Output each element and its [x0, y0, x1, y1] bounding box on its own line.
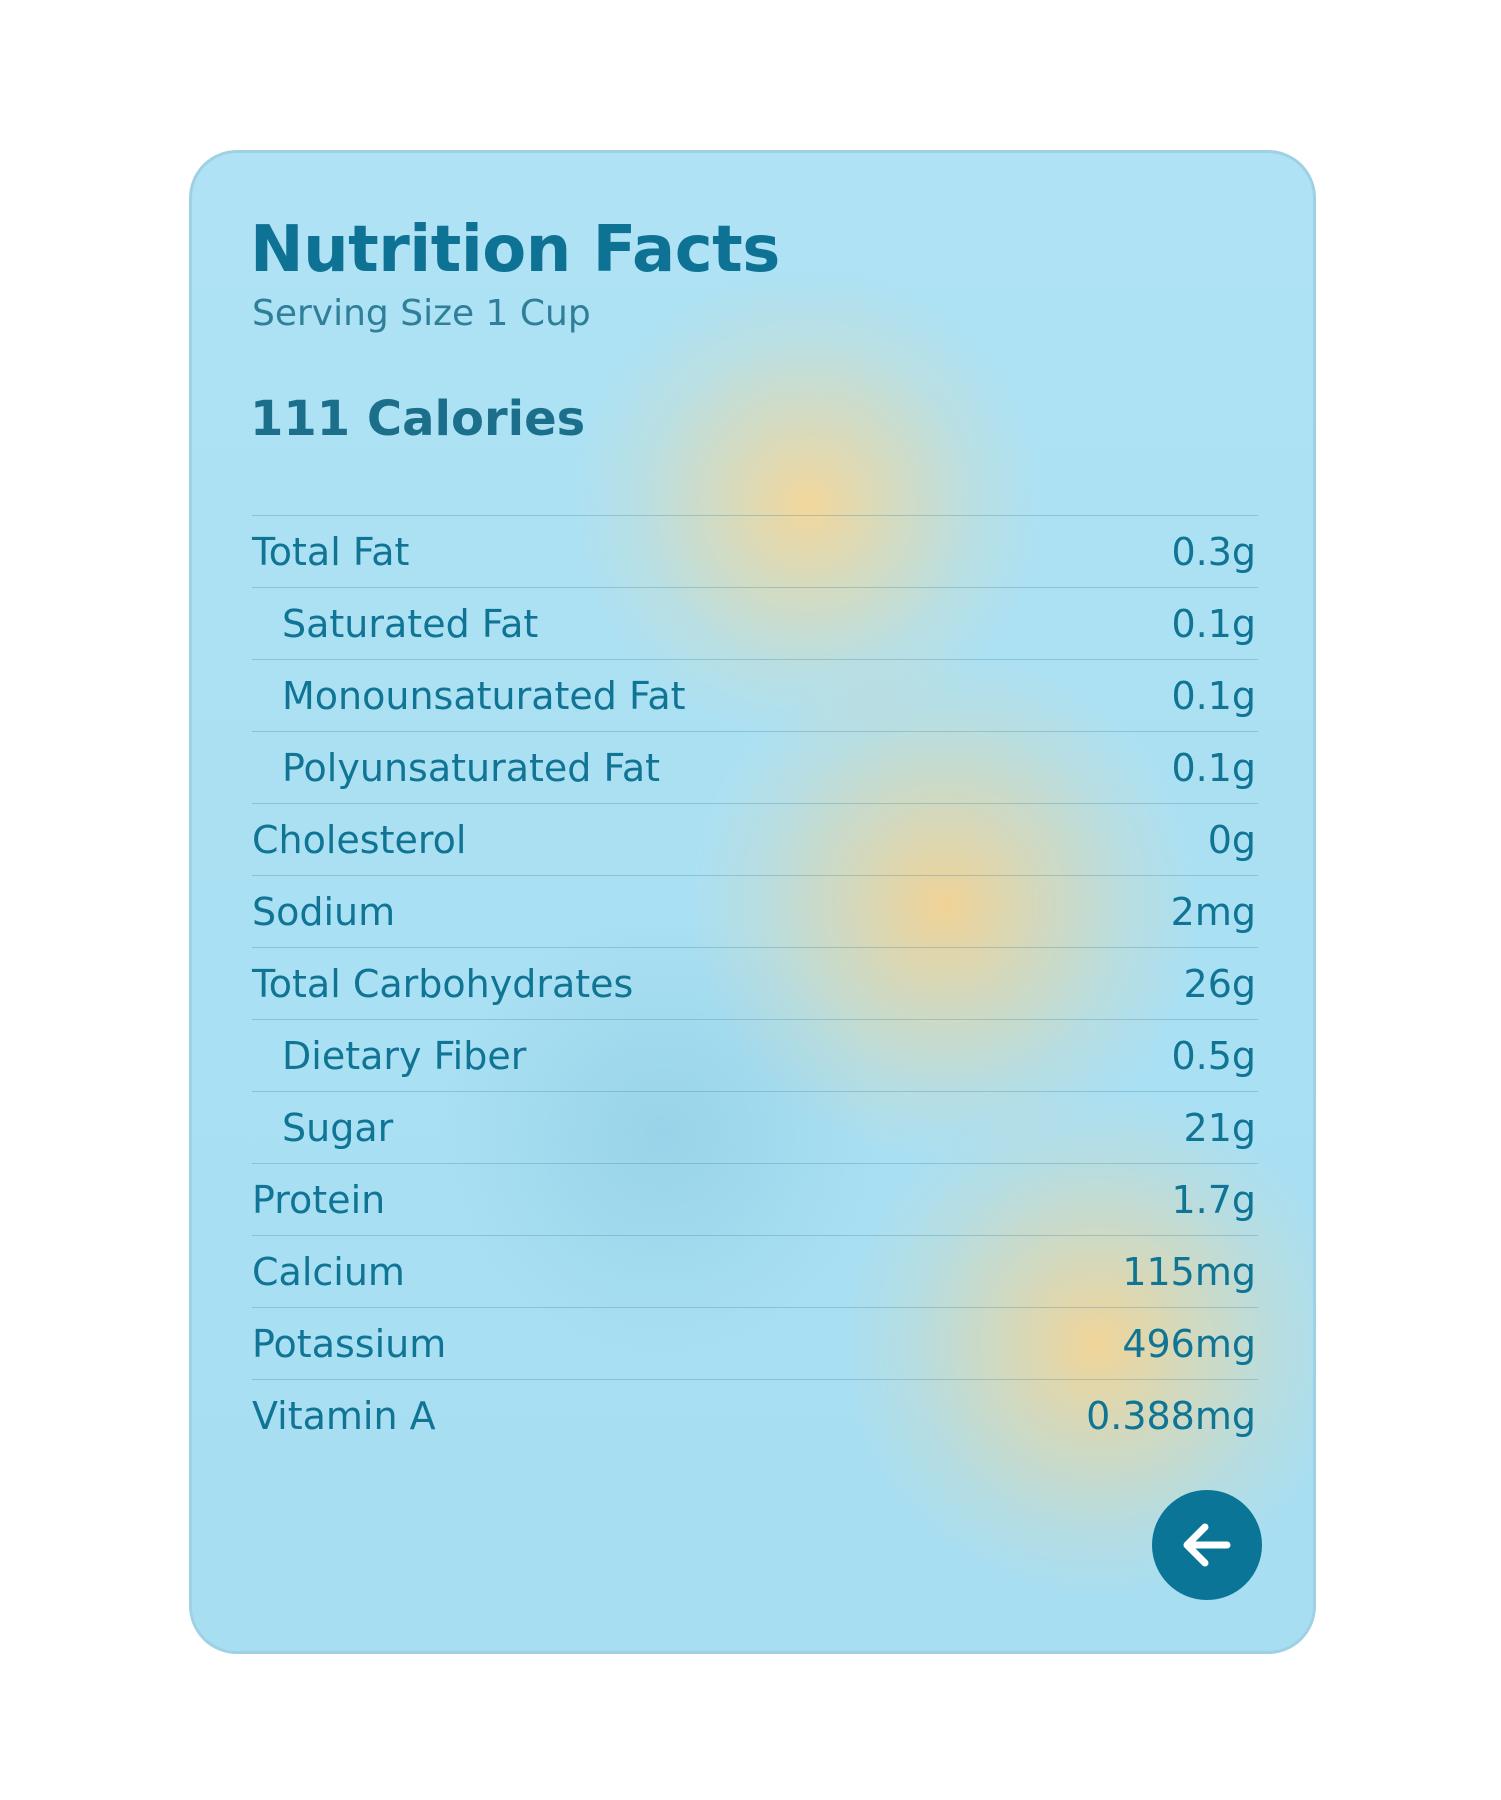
- nutrient-row-sugar: Sugar 21g: [252, 1091, 1258, 1163]
- nutrient-label: Total Fat: [252, 529, 410, 574]
- nutrient-label: Dietary Fiber: [282, 1033, 527, 1078]
- nutrient-label: Sodium: [252, 889, 396, 934]
- nutrient-label: Vitamin A: [252, 1393, 436, 1438]
- nutrient-row-cholesterol: Cholesterol 0g: [252, 803, 1258, 875]
- nutrient-value: 0.1g: [1171, 745, 1256, 790]
- nutrient-row-monounsaturated-fat: Monounsaturated Fat 0.1g: [252, 659, 1258, 731]
- nutrient-label: Potassium: [252, 1321, 447, 1366]
- nutrient-value: 0.388mg: [1086, 1393, 1256, 1438]
- nutrient-label: Cholesterol: [252, 817, 467, 862]
- nutrient-value: 21g: [1183, 1105, 1256, 1150]
- nutrient-row-potassium: Potassium 496mg: [252, 1307, 1258, 1379]
- nutrient-value: 0.5g: [1171, 1033, 1256, 1078]
- nutrient-label: Protein: [252, 1177, 386, 1222]
- nutrient-value: 0g: [1207, 817, 1256, 862]
- nutrient-label: Saturated Fat: [282, 601, 539, 646]
- nutrient-row-polyunsaturated-fat: Polyunsaturated Fat 0.1g: [252, 731, 1258, 803]
- nutrition-card: Nutrition Facts Serving Size 1 Cup 111 C…: [189, 150, 1316, 1654]
- nutrient-value: 496mg: [1122, 1321, 1256, 1366]
- nutrient-row-sodium: Sodium 2mg: [252, 875, 1258, 947]
- nutrient-row-total-carbohydrates: Total Carbohydrates 26g: [252, 947, 1258, 1019]
- calories: 111 Calories: [250, 391, 586, 447]
- nutrient-value: 115mg: [1122, 1249, 1256, 1294]
- nutrient-label: Polyunsaturated Fat: [282, 745, 661, 790]
- nutrient-label: Monounsaturated Fat: [282, 673, 686, 718]
- nutrient-value: 0.3g: [1171, 529, 1256, 574]
- nutrient-row-vitamin-a: Vitamin A 0.388mg: [252, 1379, 1258, 1451]
- nutrient-row-saturated-fat: Saturated Fat 0.1g: [252, 587, 1258, 659]
- nutrient-value: 0.1g: [1171, 601, 1256, 646]
- nutrient-row-dietary-fiber: Dietary Fiber 0.5g: [252, 1019, 1258, 1091]
- nutrient-value: 2mg: [1170, 889, 1256, 934]
- serving-size: Serving Size 1 Cup: [252, 293, 591, 334]
- nutrient-row-calcium: Calcium 115mg: [252, 1235, 1258, 1307]
- arrow-left-icon: [1175, 1513, 1239, 1577]
- back-button[interactable]: [1152, 1490, 1262, 1600]
- nutrient-label: Total Carbohydrates: [252, 961, 634, 1006]
- nutrient-row-total-fat: Total Fat 0.3g: [252, 515, 1258, 587]
- nutrient-value: 1.7g: [1171, 1177, 1256, 1222]
- page-title: Nutrition Facts: [250, 213, 780, 287]
- nutrient-label: Sugar: [282, 1105, 394, 1150]
- nutrient-row-protein: Protein 1.7g: [252, 1163, 1258, 1235]
- nutrient-value: 0.1g: [1171, 673, 1256, 718]
- nutrient-table: Total Fat 0.3g Saturated Fat 0.1g Monoun…: [252, 515, 1258, 1451]
- nutrient-label: Calcium: [252, 1249, 405, 1294]
- nutrient-value: 26g: [1183, 961, 1256, 1006]
